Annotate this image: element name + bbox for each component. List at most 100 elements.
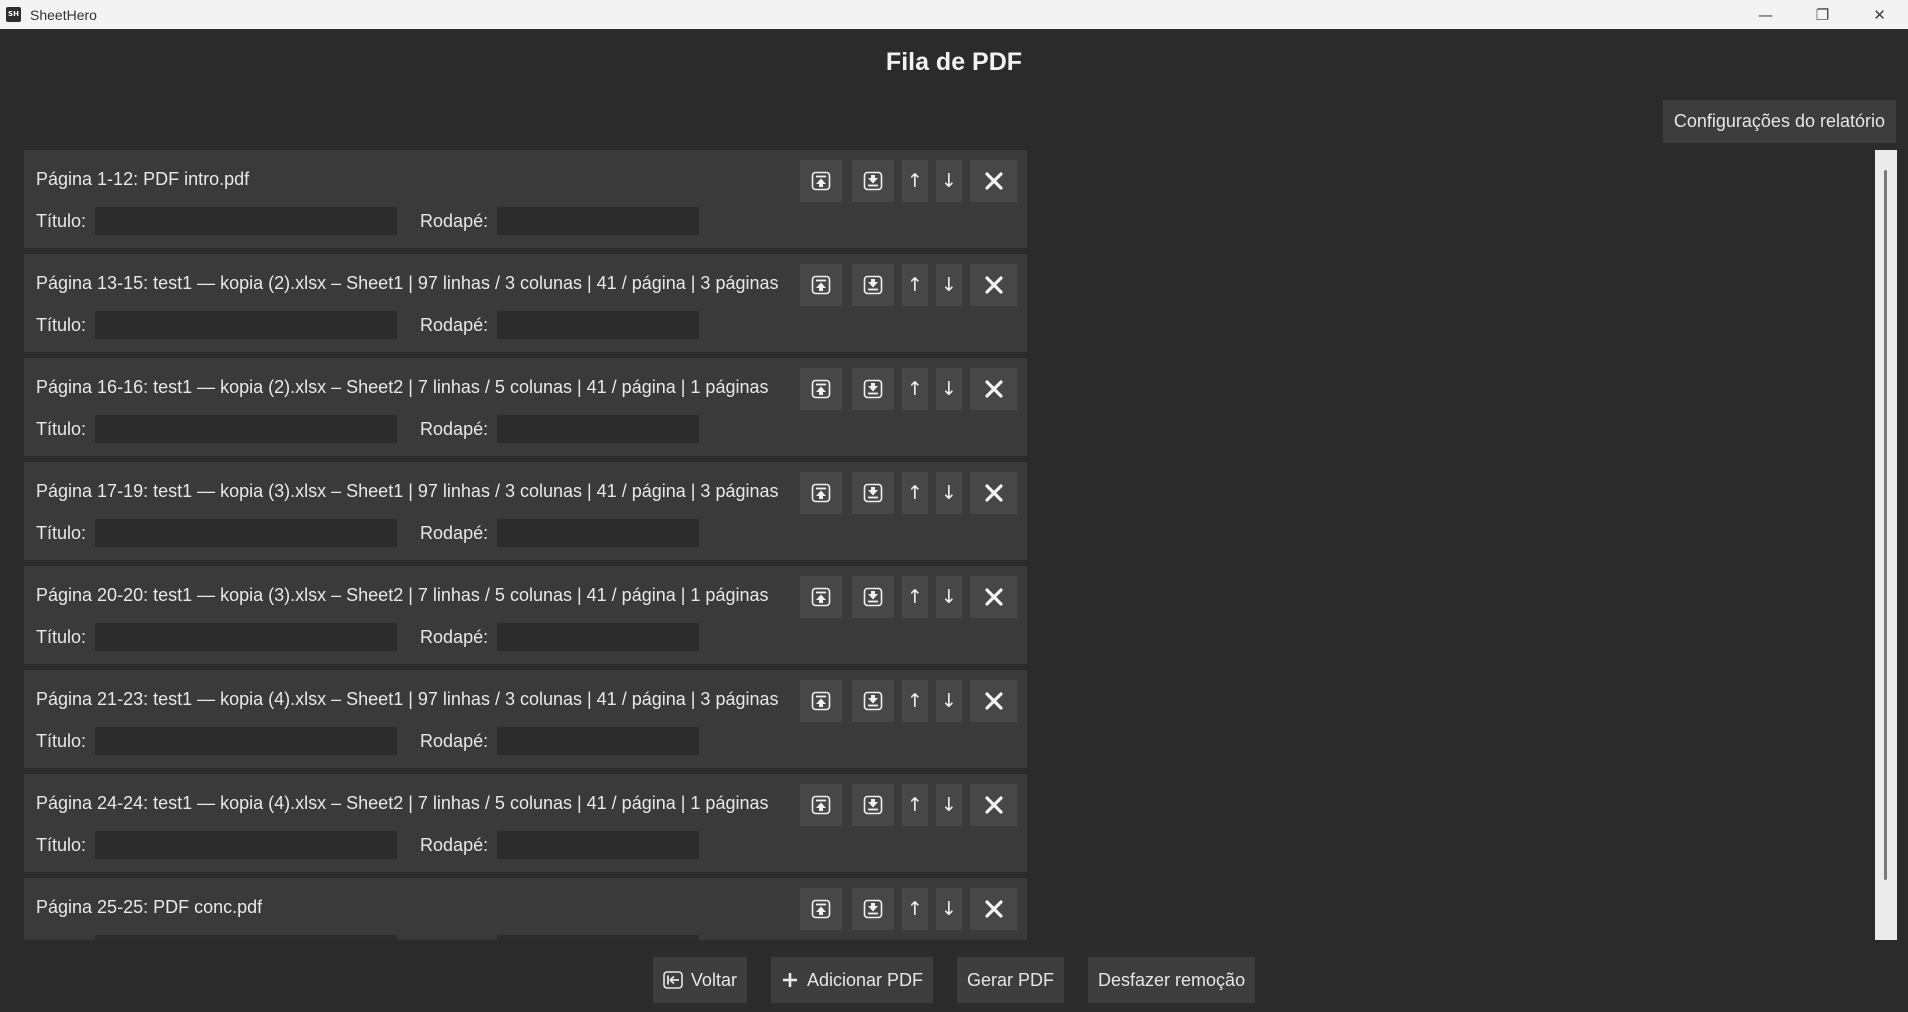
plus-icon bbox=[781, 971, 799, 989]
remove-item-button[interactable] bbox=[970, 160, 1017, 202]
report-settings-button[interactable]: Configurações do relatório bbox=[1662, 100, 1896, 143]
move-to-top-button[interactable] bbox=[800, 576, 842, 618]
queue-item: Página 1-12: PDF intro.pdf ↑ ↓ Título: R… bbox=[24, 150, 1027, 248]
move-to-bottom-button[interactable] bbox=[852, 576, 894, 618]
queue-scrollbar[interactable] bbox=[1875, 150, 1897, 940]
footer-input[interactable] bbox=[497, 623, 700, 651]
move-down-button[interactable]: ↓ bbox=[936, 472, 962, 514]
title-label: Título: bbox=[36, 939, 86, 941]
move-down-button[interactable]: ↓ bbox=[936, 888, 962, 930]
arrow-down-icon: ↓ bbox=[941, 482, 957, 504]
queue-item-fields: Título: Rodapé: bbox=[36, 519, 700, 547]
generate-pdf-button[interactable]: Gerar PDF bbox=[957, 957, 1065, 1003]
bottom-action-bar: Voltar Adicionar PDF Gerar PDF Desfazer … bbox=[0, 957, 1908, 1003]
move-to-top-button[interactable] bbox=[800, 472, 842, 514]
move-to-bottom-icon bbox=[863, 587, 883, 607]
minimize-button[interactable]: — bbox=[1737, 0, 1794, 29]
remove-item-button[interactable] bbox=[970, 264, 1017, 306]
remove-item-button[interactable] bbox=[970, 368, 1017, 410]
move-to-top-button[interactable] bbox=[800, 264, 842, 306]
move-to-bottom-icon bbox=[863, 691, 883, 711]
title-input[interactable] bbox=[95, 519, 398, 547]
restore-button[interactable]: ❐ bbox=[1794, 0, 1851, 29]
footer-label: Rodapé: bbox=[420, 730, 489, 751]
queue-item: Página 25-25: PDF conc.pdf ↑ ↓ bbox=[24, 878, 1027, 940]
footer-input[interactable] bbox=[497, 207, 700, 235]
move-down-button[interactable]: ↓ bbox=[936, 680, 962, 722]
arrow-down-icon: ↓ bbox=[941, 274, 957, 296]
move-down-button[interactable]: ↓ bbox=[936, 264, 962, 306]
move-down-button[interactable]: ↓ bbox=[936, 160, 962, 202]
add-pdf-button[interactable]: Adicionar PDF bbox=[770, 957, 933, 1003]
move-to-top-button[interactable] bbox=[800, 680, 842, 722]
title-input[interactable] bbox=[95, 935, 398, 940]
move-to-bottom-icon bbox=[863, 171, 883, 191]
move-down-button[interactable]: ↓ bbox=[936, 576, 962, 618]
move-to-top-button[interactable] bbox=[800, 368, 842, 410]
remove-item-button[interactable] bbox=[970, 680, 1017, 722]
move-to-bottom-button[interactable] bbox=[852, 784, 894, 826]
move-to-top-icon bbox=[811, 275, 831, 295]
title-input[interactable] bbox=[95, 831, 398, 859]
title-input[interactable] bbox=[95, 311, 398, 339]
move-up-button[interactable]: ↑ bbox=[902, 576, 928, 618]
queue-item-fields: Título: Rodapé: bbox=[36, 623, 700, 651]
remove-item-button[interactable] bbox=[970, 576, 1017, 618]
footer-input[interactable] bbox=[497, 415, 700, 443]
move-down-button[interactable]: ↓ bbox=[936, 784, 962, 826]
queue-item-label: Página 21-23: test1 — kopia (4).xlsx – S… bbox=[36, 689, 779, 709]
arrow-up-icon: ↑ bbox=[907, 794, 923, 816]
close-icon bbox=[984, 692, 1003, 710]
move-up-button[interactable]: ↑ bbox=[902, 888, 928, 930]
title-label: Título: bbox=[36, 730, 87, 751]
move-up-button[interactable]: ↑ bbox=[902, 264, 928, 306]
move-to-top-icon bbox=[811, 795, 831, 815]
queue-scrollbar-thumb[interactable] bbox=[1884, 170, 1887, 880]
move-up-button[interactable]: ↑ bbox=[902, 784, 928, 826]
move-to-bottom-icon bbox=[863, 275, 883, 295]
title-input[interactable] bbox=[95, 727, 398, 755]
undo-remove-button[interactable]: Desfazer remoção bbox=[1088, 957, 1256, 1003]
back-button[interactable]: Voltar bbox=[652, 957, 747, 1003]
remove-item-button[interactable] bbox=[970, 888, 1017, 930]
move-to-bottom-button[interactable] bbox=[852, 888, 894, 930]
close-window-button[interactable]: ✕ bbox=[1851, 0, 1908, 29]
title-label: Título: bbox=[36, 626, 87, 647]
move-to-bottom-button[interactable] bbox=[852, 472, 894, 514]
window-title: SheetHero bbox=[30, 6, 97, 23]
move-to-bottom-button[interactable] bbox=[852, 680, 894, 722]
queue-item-fields: Título: Rodapé: bbox=[36, 727, 700, 755]
remove-item-button[interactable] bbox=[970, 472, 1017, 514]
arrow-up-icon: ↑ bbox=[907, 274, 923, 296]
back-arrow-icon bbox=[663, 971, 683, 989]
queue-item-controls: ↑ ↓ bbox=[790, 680, 1017, 722]
footer-label: Rodapé: bbox=[420, 522, 489, 543]
title-input[interactable] bbox=[95, 623, 398, 651]
title-input[interactable] bbox=[95, 415, 398, 443]
move-to-top-button[interactable] bbox=[800, 160, 842, 202]
move-up-button[interactable]: ↑ bbox=[902, 472, 928, 514]
close-icon bbox=[984, 380, 1003, 398]
move-down-button[interactable]: ↓ bbox=[936, 368, 962, 410]
move-to-top-icon bbox=[811, 379, 831, 399]
remove-item-button[interactable] bbox=[970, 784, 1017, 826]
move-up-button[interactable]: ↑ bbox=[902, 368, 928, 410]
move-up-button[interactable]: ↑ bbox=[902, 680, 928, 722]
move-to-top-button[interactable] bbox=[800, 784, 842, 826]
footer-input[interactable] bbox=[497, 727, 700, 755]
queue-item-controls: ↑ ↓ bbox=[790, 472, 1017, 514]
move-up-button[interactable]: ↑ bbox=[902, 160, 928, 202]
footer-input[interactable] bbox=[497, 935, 700, 940]
move-to-top-button[interactable] bbox=[800, 888, 842, 930]
move-to-bottom-button[interactable] bbox=[852, 160, 894, 202]
footer-input[interactable] bbox=[497, 519, 700, 547]
move-to-bottom-button[interactable] bbox=[852, 368, 894, 410]
title-input[interactable] bbox=[95, 207, 398, 235]
close-icon bbox=[984, 484, 1003, 502]
arrow-down-icon: ↓ bbox=[941, 378, 957, 400]
footer-input[interactable] bbox=[497, 311, 700, 339]
arrow-up-icon: ↑ bbox=[907, 898, 923, 920]
move-to-bottom-button[interactable] bbox=[852, 264, 894, 306]
queue-item: Página 13-15: test1 — kopia (2).xlsx – S… bbox=[24, 254, 1027, 352]
footer-input[interactable] bbox=[497, 831, 700, 859]
